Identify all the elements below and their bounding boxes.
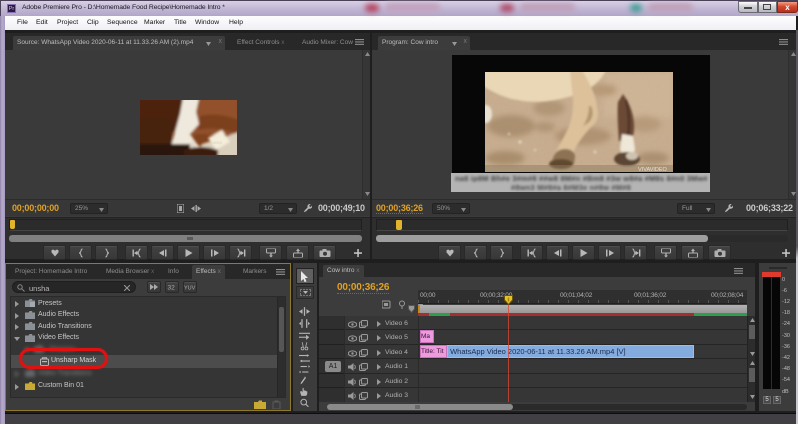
- svg-text:mwep: mwep: [210, 140, 223, 145]
- svg-text:32: 32: [168, 285, 176, 291]
- svg-text:YUV: YUV: [184, 286, 196, 291]
- svg-text:VIVAVIDEO: VIVAVIDEO: [638, 167, 668, 172]
